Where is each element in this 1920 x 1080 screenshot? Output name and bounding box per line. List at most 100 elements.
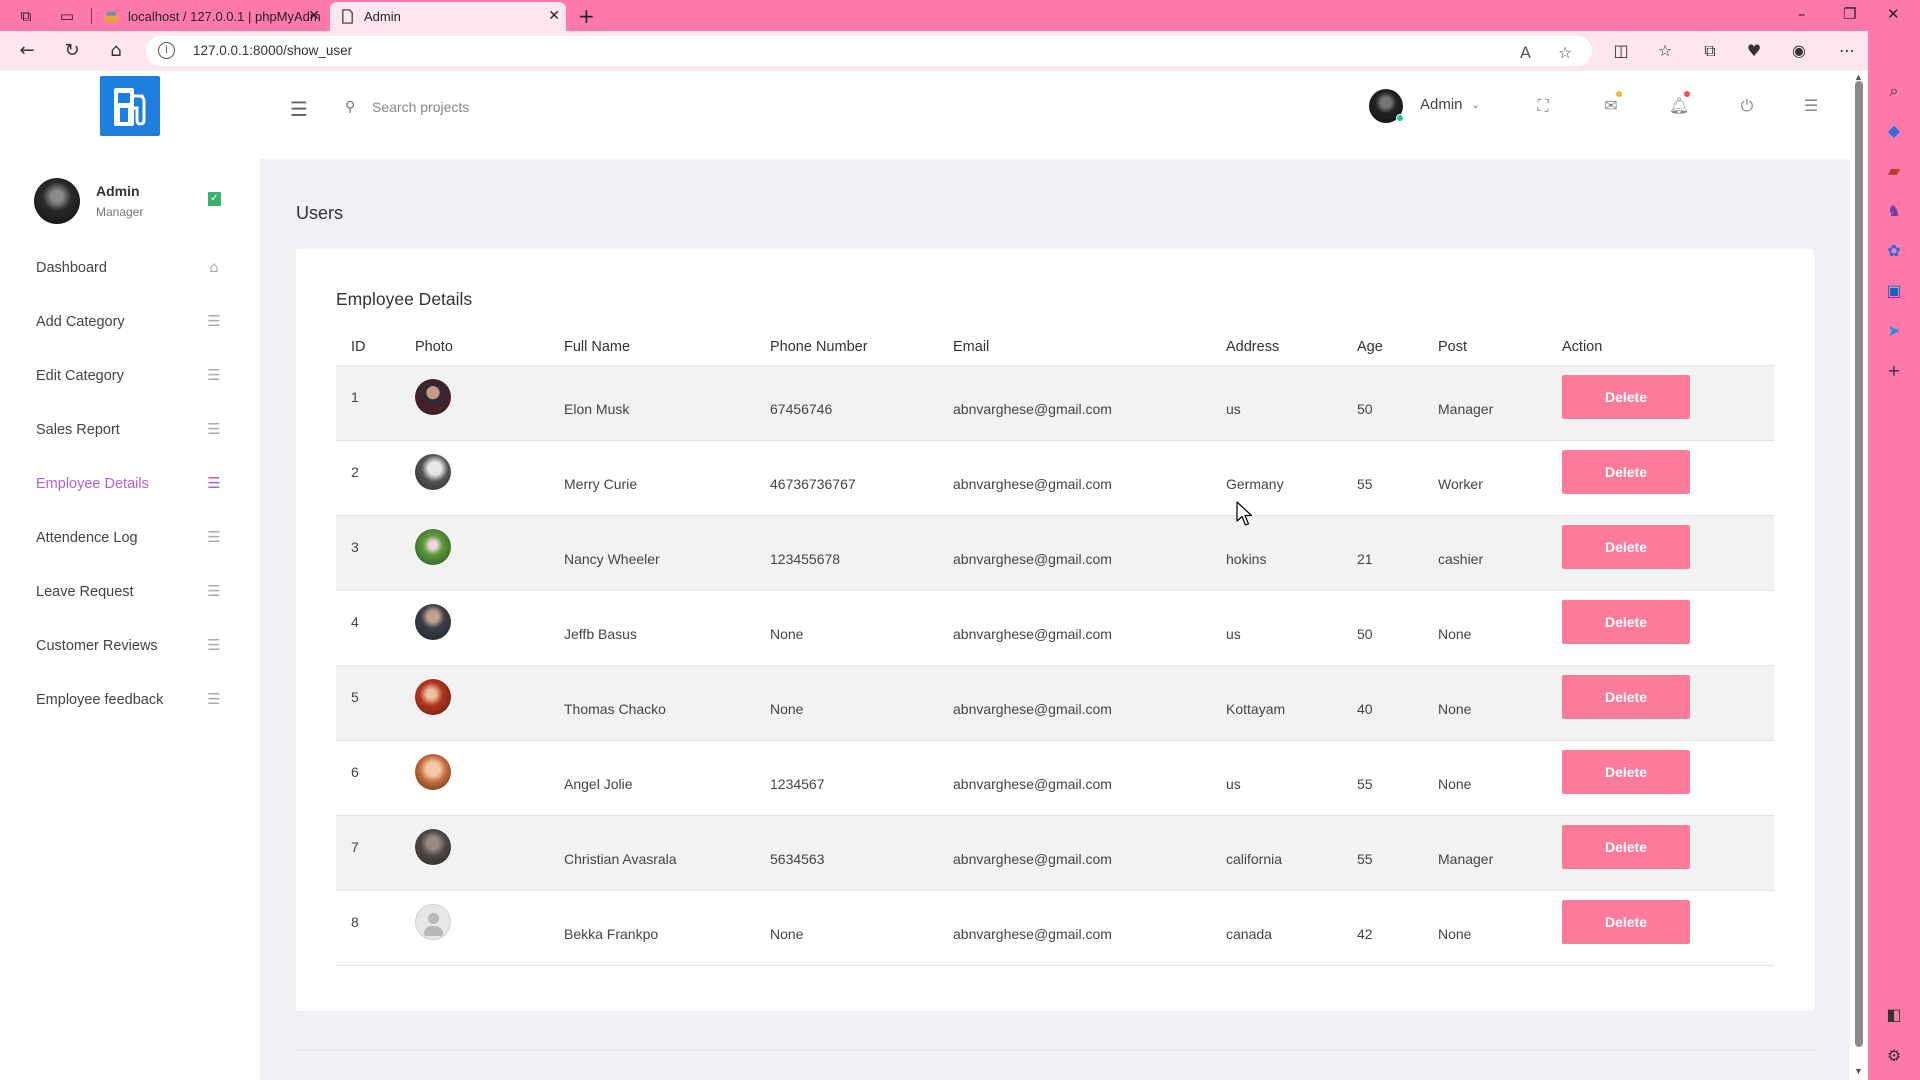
sidebar-item-leave-request[interactable]: Leave Request ☰ — [0, 566, 260, 620]
favorite-star-icon[interactable]: ☆ — [1558, 43, 1572, 62]
power-icon[interactable]: ⏻ — [1736, 95, 1758, 117]
search-input[interactable] — [372, 92, 692, 122]
add-app-icon[interactable]: + — [1883, 360, 1905, 382]
sidebar-item-add-category[interactable]: Add Category ☰ — [0, 296, 260, 350]
tab-admin[interactable]: Admin ✕ — [330, 2, 566, 31]
fullscreen-icon[interactable]: ⛶ — [1532, 95, 1554, 117]
more-options-icon[interactable]: ⋯ — [1836, 40, 1858, 62]
tab-title: Admin — [364, 9, 401, 24]
browser-essentials-icon[interactable]: ♥ — [1743, 40, 1765, 62]
restore-icon[interactable]: ❐ — [1843, 5, 1856, 23]
footer-divider — [296, 1050, 1814, 1051]
sidebar-item-employee-feedback[interactable]: Employee feedback ☰ — [0, 674, 260, 728]
column-header-age: Age — [1357, 329, 1438, 366]
split-screen-icon[interactable]: ◫ — [1610, 40, 1632, 62]
url-field[interactable]: i 127.0.0.1:8000/show_user A ☆ — [146, 36, 1592, 66]
list-icon: ☰ — [207, 366, 221, 384]
delete-button[interactable]: Delete — [1562, 674, 1690, 719]
delete-button[interactable]: Delete — [1562, 824, 1690, 869]
outlook-icon[interactable]: ▣ — [1883, 280, 1905, 302]
cell-email: abnvarghese@gmail.com — [953, 740, 1226, 816]
workspaces-icon[interactable]: ⧉ — [17, 7, 35, 25]
delete-button[interactable]: Delete — [1562, 749, 1690, 794]
cell-action: Delete — [1562, 890, 1774, 966]
delete-button[interactable]: Delete — [1562, 899, 1690, 944]
delete-button[interactable]: Delete — [1562, 374, 1690, 419]
collections-icon[interactable]: ⧉ — [1699, 40, 1721, 62]
cell-phone: 46736736767 — [770, 440, 953, 516]
cell-age: 50 — [1357, 365, 1438, 441]
bell-icon[interactable]: 🔔︎ — [1668, 91, 1690, 117]
sidebar-item-label: Add Category — [36, 314, 125, 330]
employee-photo — [415, 678, 451, 715]
sidebar-item-customer-reviews[interactable]: Customer Reviews ☰ — [0, 620, 260, 674]
read-aloud-icon[interactable]: A — [1520, 43, 1531, 62]
cell-age: 55 — [1357, 440, 1438, 516]
scroll-down-arrow-icon[interactable]: ▼ — [1854, 1066, 1863, 1076]
main-content: Users Employee Details ID Photo Full Nam… — [260, 159, 1850, 1080]
chevron-down-icon[interactable]: ⌄ — [1471, 98, 1480, 111]
cell-email: abnvarghese@gmail.com — [953, 365, 1226, 441]
table-row: 5 Thomas Chacko None abnvarghese@gmail.c… — [336, 665, 1774, 741]
favorites-icon[interactable]: ☆ — [1654, 40, 1676, 62]
sidebar: Admin Manager ✓ Dashboard ⌂ Add Category… — [0, 159, 260, 1080]
refresh-icon[interactable]: ↻ — [60, 39, 84, 63]
employee-photo — [415, 453, 451, 490]
minimize-icon[interactable]: – — [1798, 5, 1806, 23]
back-icon[interactable]: ← — [15, 39, 39, 63]
copilot-app-icon[interactable]: ✿ — [1883, 240, 1905, 262]
sidebar-item-dashboard[interactable]: Dashboard ⌂ — [0, 242, 260, 296]
column-header-full-name: Full Name — [564, 329, 770, 366]
cell-age: 55 — [1357, 815, 1438, 891]
cell-full-name: Thomas Chacko — [564, 665, 770, 741]
page-scrollbar[interactable]: ▲ ▼ — [1850, 71, 1868, 1080]
cell-post: None — [1438, 740, 1562, 816]
cell-address: canada — [1226, 890, 1357, 966]
cell-post: Manager — [1438, 365, 1562, 441]
cell-post: cashier — [1438, 515, 1562, 591]
fuel-pump-logo-icon[interactable] — [100, 76, 160, 136]
avatar[interactable] — [1369, 89, 1404, 123]
tab-actions-icon[interactable]: ▭ — [58, 7, 76, 25]
mail-icon[interactable]: ✉ — [1600, 91, 1622, 117]
sidebar-item-edit-category[interactable]: Edit Category ☰ — [0, 350, 260, 404]
verified-icon: ✓ — [208, 192, 221, 206]
close-window-icon[interactable]: ✕ — [1887, 5, 1900, 23]
menu-toggle-icon[interactable]: ☰ — [290, 97, 308, 121]
close-tab-icon[interactable]: ✕ — [308, 2, 320, 31]
scrollbar-thumb[interactable] — [1855, 81, 1863, 1047]
new-tab-icon[interactable]: + — [578, 4, 595, 28]
sidebar-item-sales-report[interactable]: Sales Report ☰ — [0, 404, 260, 458]
cell-full-name: Bekka Frankpo — [564, 890, 770, 966]
column-header-address: Address — [1226, 329, 1357, 366]
table-row: 4 Jeffb Basus None abnvarghese@gmail.com… — [336, 590, 1774, 666]
list-icon: ☰ — [207, 582, 221, 600]
tools-icon[interactable]: ▰ — [1883, 160, 1905, 182]
cell-id: 6 — [336, 740, 415, 816]
online-status-dot — [1396, 114, 1404, 122]
home-icon[interactable]: ⌂ — [104, 39, 128, 63]
search-icon[interactable]: ⌕ — [1883, 80, 1905, 102]
sidebar-item-employee-details[interactable]: Employee Details ☰ — [0, 458, 260, 512]
extension-icon[interactable]: ◉ — [1788, 40, 1810, 62]
delete-button[interactable]: Delete — [1562, 449, 1690, 494]
sidebar-item-attendence-log[interactable]: Attendence Log ☰ — [0, 512, 260, 566]
cell-full-name: Nancy Wheeler — [564, 515, 770, 591]
sidebar-toggle-icon[interactable]: ◧ — [1883, 1004, 1905, 1026]
settings-gear-icon[interactable]: ⚙ — [1883, 1045, 1905, 1067]
shopping-tag-icon[interactable]: ◆ — [1883, 120, 1905, 142]
games-icon[interactable]: ♞ — [1883, 200, 1905, 222]
close-tab-icon[interactable]: ✕ — [548, 2, 560, 31]
delete-button[interactable]: Delete — [1562, 524, 1690, 569]
tab-phpmyadmin[interactable]: localhost / 127.0.0.1 | phpMyAdm ✕ — [94, 2, 326, 31]
cell-post: Manager — [1438, 815, 1562, 891]
site-info-icon[interactable]: i — [158, 42, 175, 59]
user-menu-name[interactable]: Admin — [1420, 96, 1463, 113]
right-panel-icon[interactable]: ☰ — [1800, 95, 1822, 117]
url-text[interactable]: 127.0.0.1:8000/show_user — [193, 43, 352, 58]
delete-button[interactable]: Delete — [1562, 599, 1690, 644]
cell-id: 8 — [336, 890, 415, 966]
list-icon: ☰ — [207, 636, 221, 654]
send-icon[interactable]: ➤ — [1883, 320, 1905, 342]
sidebar-item-label: Employee feedback — [36, 692, 164, 708]
